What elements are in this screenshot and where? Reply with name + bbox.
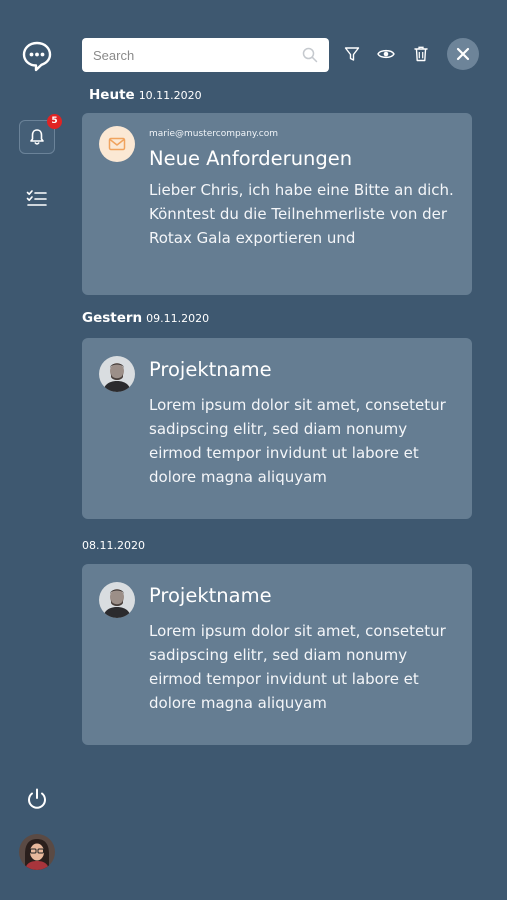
date-group-day: Gestern xyxy=(82,310,143,326)
notification-body: Lieber Chris, ich habe eine Bitte an dic… xyxy=(149,181,454,247)
notification-count-badge: 5 xyxy=(47,114,62,129)
date-group-header: Gestern 09.11.2020 xyxy=(82,310,209,326)
search-bar xyxy=(82,38,329,72)
date-group-date: 08.11.2020 xyxy=(82,539,145,552)
sidebar: 5 xyxy=(0,0,72,900)
notification-body: Lorem ipsum dolor sit amet, consetetur s… xyxy=(149,396,446,486)
date-group-header: 08.11.2020 xyxy=(82,538,145,553)
notification-title: Neue Anforderungen xyxy=(149,147,353,170)
notification-title: Projektname xyxy=(149,584,272,607)
notification-body: Lorem ipsum dolor sit amet, consetetur s… xyxy=(149,622,446,712)
notification-card[interactable]: Projektname Lorem ipsum dolor sit amet, … xyxy=(82,338,472,519)
bell-icon xyxy=(30,129,44,145)
mail-icon xyxy=(99,126,135,162)
notification-card[interactable]: Projektname Lorem ipsum dolor sit amet, … xyxy=(82,564,472,745)
close-icon xyxy=(456,47,470,61)
date-group-header: Heute 10.11.2020 xyxy=(89,87,202,103)
filter-icon[interactable] xyxy=(340,42,364,66)
date-group-date: 09.11.2020 xyxy=(146,312,210,325)
date-group-day: Heute xyxy=(89,87,135,103)
checklist-icon[interactable] xyxy=(22,186,52,212)
trash-icon[interactable] xyxy=(409,42,433,66)
date-group-date: 10.11.2020 xyxy=(138,89,202,102)
user-avatar[interactable] xyxy=(19,834,55,870)
notification-card[interactable]: marie@mustercompany.com Neue Anforderung… xyxy=(82,113,472,295)
chat-bubble-icon[interactable] xyxy=(18,38,56,74)
close-button[interactable] xyxy=(447,38,479,70)
eye-icon[interactable] xyxy=(374,42,398,66)
search-input[interactable] xyxy=(82,47,295,63)
avatar xyxy=(99,582,135,618)
notification-title: Projektname xyxy=(149,358,272,381)
power-icon[interactable] xyxy=(22,784,52,814)
avatar xyxy=(99,356,135,392)
search-icon[interactable] xyxy=(295,40,325,70)
notification-sender: marie@mustercompany.com xyxy=(149,129,279,139)
